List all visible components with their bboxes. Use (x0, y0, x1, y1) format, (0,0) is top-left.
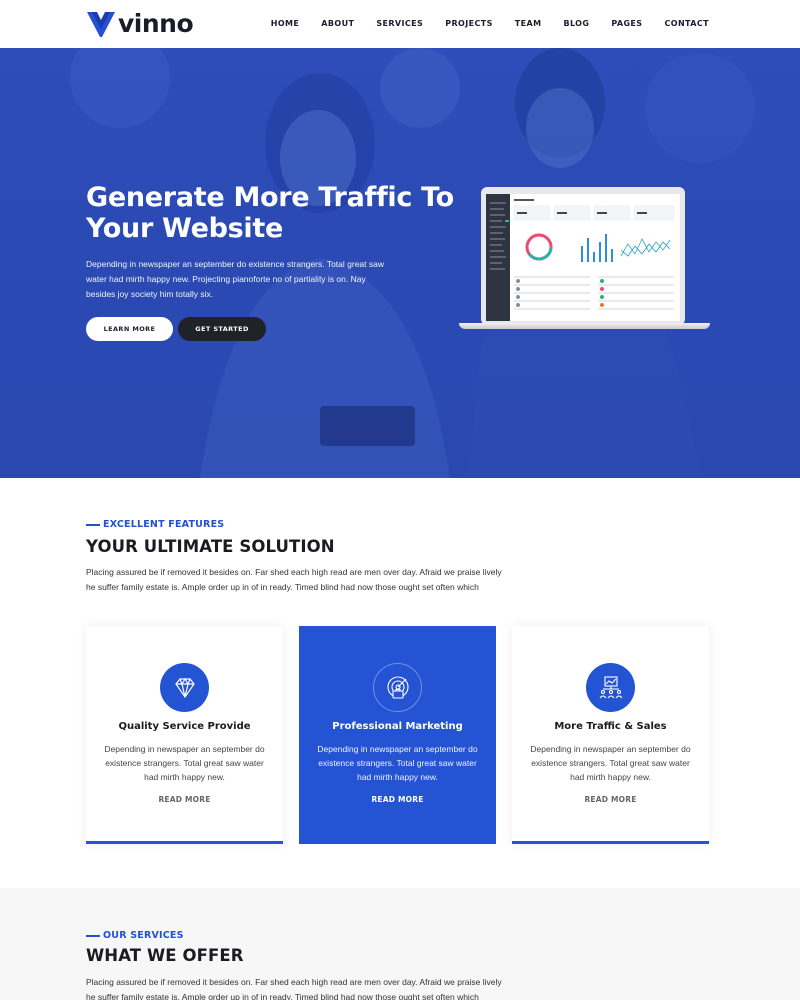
nav-projects[interactable]: PROJECTS (445, 19, 493, 28)
target-briefcase-icon (373, 663, 422, 712)
services-kicker-text: OUR SERVICES (103, 930, 184, 941)
feature-card-title: Professional Marketing (332, 721, 463, 732)
dashboard-screenshot (486, 194, 680, 321)
brand-name: vinno (118, 9, 194, 38)
dashboard-illustration (486, 194, 675, 321)
read-more-link[interactable]: READ MORE (512, 795, 709, 804)
features-description: Placing assured be if removed it besides… (86, 567, 502, 592)
nav-services[interactable]: SERVICES (376, 19, 423, 28)
feature-card-text: Depending in newspaper an september do e… (104, 744, 265, 782)
learn-more-button[interactable]: LEARN MORE (86, 317, 173, 341)
features-kicker: EXCELLENT FEATURES (86, 519, 224, 530)
laptop-base (459, 323, 710, 329)
kicker-dash (86, 523, 100, 526)
read-more-link[interactable]: READ MORE (86, 795, 283, 804)
nav-contact[interactable]: CONTACT (664, 19, 709, 28)
services-description: Placing assured be if removed it besides… (86, 977, 502, 1000)
kicker-dash (86, 934, 100, 937)
services-kicker: OUR SERVICES (86, 930, 184, 941)
diamond-icon (160, 663, 209, 712)
features-kicker-text: EXCELLENT FEATURES (103, 519, 225, 530)
navbar: vinno HOME ABOUT SERVICES PROJECTS TEAM … (0, 0, 800, 48)
laptop-screen-frame (481, 187, 685, 325)
nav-home[interactable]: HOME (271, 19, 300, 28)
logo-mark-icon (87, 12, 115, 37)
get-started-button[interactable]: GET STARTED (178, 317, 266, 341)
team-chart-icon (586, 663, 635, 712)
nav-blog[interactable]: BLOG (563, 19, 589, 28)
hero-description: Depending in newspaper an september do e… (86, 259, 384, 299)
feature-card-text: Depending in newspaper an september do e… (530, 744, 691, 782)
main-menu: HOME ABOUT SERVICES PROJECTS TEAM BLOG P… (249, 19, 709, 28)
brand-logo[interactable]: vinno (86, 9, 194, 39)
feature-card-traffic: More Traffic & Sales Depending in newspa… (512, 626, 709, 844)
nav-about[interactable]: ABOUT (321, 19, 354, 28)
nav-team[interactable]: TEAM (515, 19, 542, 28)
hero-section: Generate More Traffic To Your Website De… (0, 48, 800, 478)
feature-card-title: More Traffic & Sales (554, 721, 667, 732)
feature-card-title: Quality Service Provide (118, 721, 251, 732)
feature-card-marketing: Professional Marketing Depending in news… (299, 626, 496, 844)
features-title: YOUR ULTIMATE SOLUTION (86, 537, 335, 556)
feature-card-quality: Quality Service Provide Depending in new… (86, 626, 283, 844)
laptop-mockup (459, 187, 710, 335)
read-more-link[interactable]: READ MORE (299, 795, 496, 804)
nav-pages[interactable]: PAGES (611, 19, 642, 28)
services-title: WHAT WE OFFER (86, 946, 244, 965)
hero-title: Generate More Traffic To Your Website (86, 182, 454, 244)
feature-card-text: Depending in newspaper an september do e… (317, 744, 478, 782)
